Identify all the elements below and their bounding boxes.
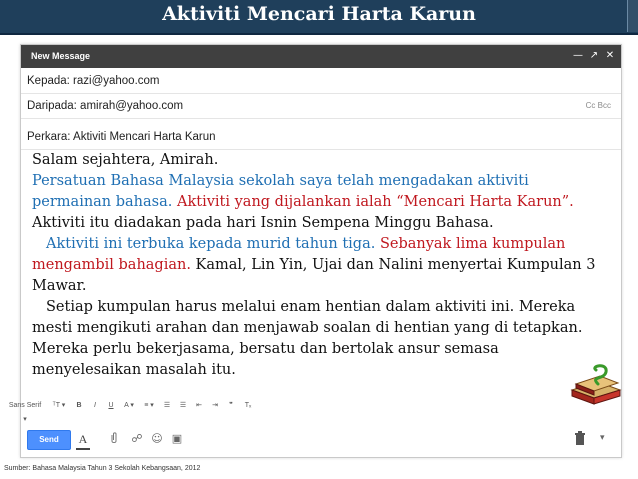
slide-accent — [627, 0, 638, 32]
font-size-dropdown[interactable]: ᵀT ▾ — [50, 399, 68, 413]
numbered-list-button[interactable]: ☰ — [162, 399, 172, 413]
bulleted-list-button[interactable]: ☰ — [178, 399, 188, 413]
sentence-2: Aktiviti yang dijalankan ialah “Mencari … — [176, 194, 574, 210]
formatting-toolbar: Sans Serif ▾ ᵀT ▾ B I U A ▾ ≡ ▾ ☰ ☰ ⇤ ⇥ … — [8, 397, 308, 423]
italic-button[interactable]: I — [90, 399, 100, 413]
compose-header: New Message — ↗ ✕ — [21, 45, 621, 68]
emoji-icon[interactable]: ☺ — [150, 432, 164, 446]
trash-icon[interactable] — [574, 431, 586, 445]
message-body[interactable]: Salam sejahtera, Amirah. Persatuan Bahas… — [32, 150, 612, 381]
minimize-icon[interactable]: — — [571, 48, 585, 64]
clear-formatting-button[interactable]: Tₓ — [242, 399, 254, 413]
greeting-line: Salam sejahtera, Amirah. — [32, 152, 219, 168]
sentence-7: Setiap kumpulan harus melalui enam henti… — [32, 299, 583, 378]
subject-field[interactable]: Perkara: Aktiviti Mencari Harta Karun — [21, 125, 621, 150]
from-field-text: Daripada: amirah@yahoo.com — [27, 100, 184, 112]
slide-title: Aktiviti Mencari Harta Karun — [162, 3, 476, 25]
underline-button[interactable]: U — [106, 399, 116, 413]
close-icon[interactable]: ✕ — [603, 48, 617, 64]
sentence-3: Aktiviti itu diadakan pada hari Isnin Se… — [32, 215, 494, 231]
attach-icon[interactable] — [110, 432, 118, 444]
link-icon[interactable]: ☍ — [130, 432, 144, 446]
text-color-button[interactable]: A ▾ — [122, 399, 136, 413]
subject-field-text: Perkara: Aktiviti Mencari Harta Karun — [27, 131, 216, 143]
photo-icon[interactable]: ▣ — [170, 432, 184, 446]
slide-title-bar: Aktiviti Mencari Harta Karun — [0, 0, 638, 35]
source-caption: Sumber: Bahasa Malaysia Tahun 3 Sekolah … — [4, 465, 201, 472]
message-paragraph-2: Aktiviti ini terbuka kepada murid tahun … — [32, 234, 612, 297]
message-paragraph-1: Persatuan Bahasa Malaysia sekolah saya t… — [32, 171, 612, 234]
cc-bcc-link[interactable]: Cc Bcc — [586, 94, 611, 118]
align-button[interactable]: ≡ ▾ — [142, 399, 156, 413]
indent-less-button[interactable]: ⇤ — [194, 399, 204, 413]
to-field[interactable]: Kepada: razi@yahoo.com — [21, 69, 621, 94]
sentence-4: Aktiviti ini terbuka kepada murid tahun … — [46, 236, 376, 252]
font-family-dropdown[interactable]: Sans Serif ▾ — [8, 399, 42, 423]
compose-header-label: New Message — [31, 51, 91, 61]
to-field-text: Kepada: razi@yahoo.com — [27, 75, 160, 87]
indent-more-button[interactable]: ⇥ — [210, 399, 220, 413]
from-field[interactable]: Daripada: amirah@yahoo.com Cc Bcc — [21, 94, 621, 119]
send-button[interactable]: Send — [27, 430, 71, 450]
chevron-down-icon[interactable]: ▾ — [600, 431, 612, 445]
quote-button[interactable]: ❞ — [226, 399, 236, 413]
message-paragraph-3: Setiap kumpulan harus melalui enam henti… — [32, 297, 612, 381]
books-icon — [570, 364, 622, 405]
maximize-icon[interactable]: ↗ — [587, 48, 601, 64]
bold-button[interactable]: B — [74, 399, 84, 413]
compose-bottom-bar: Send A ☍ ☺ ▣ ▾ — [20, 426, 620, 456]
formatting-options-button[interactable]: A — [76, 430, 90, 450]
